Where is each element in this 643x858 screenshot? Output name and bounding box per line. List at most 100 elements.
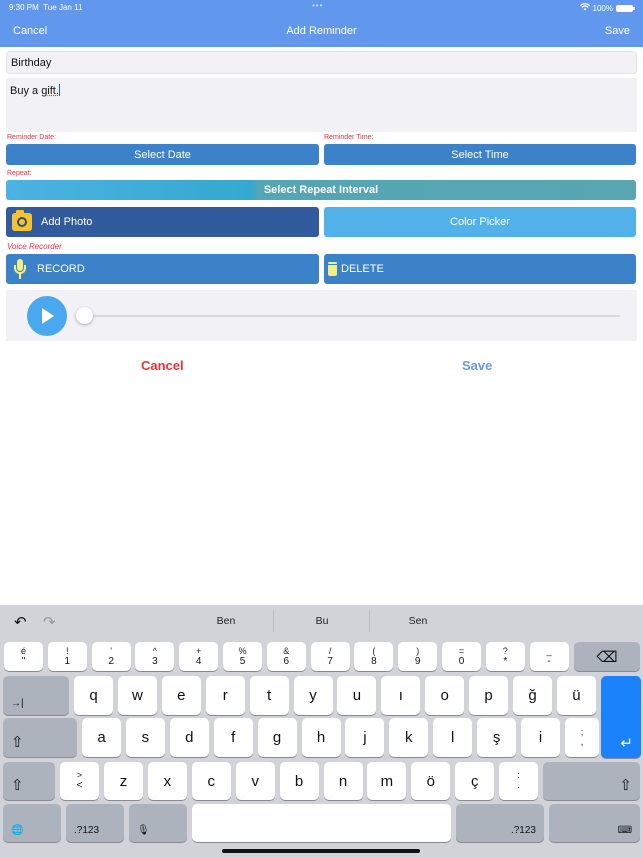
globe-key[interactable]: 🌐	[3, 804, 61, 842]
select-time-button[interactable]: Select Time	[324, 144, 636, 165]
key-shift-char: (	[372, 645, 376, 656]
key-letter[interactable]: v	[235, 762, 275, 800]
key-number-4[interactable]: +4	[179, 642, 219, 671]
battery-percent: 100%	[592, 3, 613, 13]
key-letter[interactable]: i	[521, 718, 560, 757]
key-number-0[interactable]: é "	[4, 642, 43, 671]
key-letter[interactable]: w	[117, 676, 157, 715]
key-number-2[interactable]: ' 2	[91, 642, 131, 671]
add-photo-label: Add Photo	[41, 216, 93, 228]
numbers-key-right[interactable]: .?123	[456, 804, 544, 842]
key-letter[interactable]: l	[433, 718, 473, 757]
key-number-3[interactable]: ^ 3	[135, 642, 175, 671]
suggestion-1[interactable]: Ben	[178, 615, 274, 627]
key-letter[interactable]: ğ	[513, 676, 552, 715]
nav-cancel-button[interactable]: Cancel	[13, 25, 47, 37]
key-char: -	[547, 655, 551, 667]
key-angle-brackets[interactable]: > <	[60, 762, 99, 800]
redo-icon[interactable]: ↷	[43, 613, 56, 631]
key-char: .	[517, 780, 520, 791]
select-repeat-interval-button[interactable]: Select Repeat Interval	[6, 180, 636, 200]
key-number-6[interactable]: & 6	[266, 642, 306, 671]
numbers-key-left[interactable]: .?123	[66, 804, 124, 842]
key-letter[interactable]: g	[257, 718, 297, 757]
playback-slider-thumb[interactable]	[76, 307, 93, 324]
key-number-12[interactable]: _ -	[529, 642, 569, 671]
key-shift-char: %	[238, 645, 247, 656]
key-semicolon[interactable]: ;,	[565, 718, 599, 757]
key-letter[interactable]: e	[161, 676, 201, 715]
key-letter[interactable]: m	[367, 762, 407, 800]
camera-icon	[12, 210, 32, 231]
key-letter[interactable]: f	[213, 718, 253, 757]
key-letter[interactable]: x	[147, 762, 187, 800]
key-number-1[interactable]: ! 1	[47, 642, 87, 671]
key-letter[interactable]: n	[323, 762, 363, 800]
color-picker-button[interactable]: Color Picker	[324, 207, 636, 237]
key-letter[interactable]: ü	[556, 676, 596, 715]
space-bar[interactable]	[192, 804, 451, 842]
nav-save-button[interactable]: Save	[605, 25, 630, 37]
delete-recording-button[interactable]: DELETE	[324, 254, 636, 284]
playback-slider-track[interactable]	[84, 315, 620, 317]
multitasking-dots[interactable]: •••	[312, 1, 323, 10]
suggestion-3[interactable]: Sen	[370, 615, 466, 627]
play-icon[interactable]	[27, 296, 67, 336]
key-number-5[interactable]: % 5	[223, 642, 262, 671]
notes-textarea[interactable]: Buy a gift.	[6, 78, 637, 132]
delete-label: DELETE	[341, 263, 384, 275]
return-key[interactable]: ↵	[601, 676, 641, 758]
key-letter[interactable]: y	[293, 676, 333, 715]
key-letter[interactable]: j	[345, 718, 385, 757]
key-letter[interactable]: z	[104, 762, 143, 800]
key-colon[interactable]: :.	[499, 762, 538, 800]
key-letter[interactable]: p	[469, 676, 509, 715]
add-photo-button[interactable]: Add Photo	[6, 207, 319, 237]
key-number-11[interactable]: ? *	[485, 642, 525, 671]
key-letter[interactable]: r	[205, 676, 245, 715]
key-letter[interactable]: h	[301, 718, 341, 757]
undo-icon[interactable]: ↶	[14, 613, 27, 631]
key-letter[interactable]: c	[191, 762, 231, 800]
title-input[interactable]: Birthday	[6, 51, 637, 74]
voice-recorder-label: Voice Recorder	[7, 242, 62, 251]
record-button[interactable]: RECORD	[6, 254, 319, 284]
key-letter[interactable]: k	[389, 718, 429, 757]
shift-key-left-row2[interactable]: ⇧	[3, 718, 77, 757]
home-indicator[interactable]	[222, 849, 420, 853]
key-letter[interactable]: ç	[455, 762, 495, 800]
cancel-button[interactable]: Cancel	[141, 358, 184, 373]
key-letter[interactable]: s	[125, 718, 165, 757]
key-char: 7	[327, 655, 333, 667]
key-number-8[interactable]: (8	[354, 642, 394, 671]
backspace-key[interactable]: ⌫	[574, 642, 640, 671]
key-letter[interactable]: a	[82, 718, 121, 757]
key-shift-char: )	[416, 645, 420, 656]
dictation-key[interactable]: 🎙	[129, 804, 187, 842]
select-date-button[interactable]: Select Date	[6, 144, 319, 165]
key-number-9[interactable]: ) 9	[398, 642, 438, 671]
key-letter[interactable]: q	[74, 676, 113, 715]
key-letter[interactable]: ş	[477, 718, 517, 757]
battery-icon	[616, 4, 635, 12]
key-letter[interactable]: b	[279, 762, 319, 800]
shift-key-right[interactable]: ⇧	[543, 762, 640, 800]
key-letter[interactable]: u	[337, 676, 377, 715]
key-letter[interactable]: ö	[411, 762, 451, 800]
tab-key[interactable]: →|	[3, 676, 69, 715]
save-button[interactable]: Save	[462, 358, 492, 373]
key-letter[interactable]: ı	[381, 676, 421, 715]
hide-keyboard-key[interactable]: ⌨	[549, 804, 640, 842]
status-right: 100%	[579, 3, 635, 13]
key-number-7[interactable]: /7	[310, 642, 350, 671]
shift-key-left[interactable]: ⇧	[3, 762, 55, 800]
audio-player	[6, 290, 637, 341]
status-bar: 9:30 PM Tue Jan 11 ••• 100%	[0, 0, 643, 16]
key-number-10[interactable]: = 0	[442, 642, 481, 671]
key-letter[interactable]: o	[425, 676, 465, 715]
key-letter[interactable]: d	[169, 718, 209, 757]
key-letter[interactable]: t	[249, 676, 289, 715]
key-shift-char: _	[546, 645, 552, 656]
key-shift-char: >	[76, 770, 83, 780]
suggestion-2[interactable]: Bu	[274, 615, 370, 627]
